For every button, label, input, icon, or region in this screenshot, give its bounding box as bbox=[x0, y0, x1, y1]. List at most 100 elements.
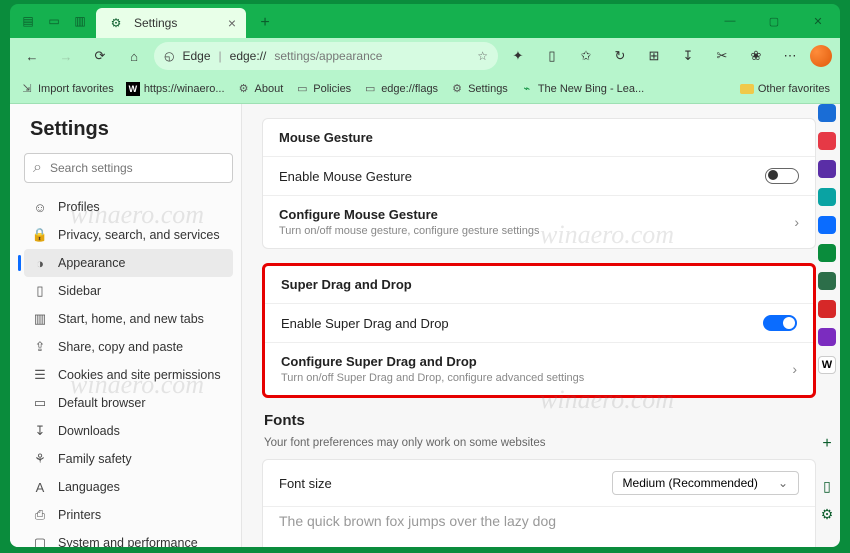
system-icon: ▢ bbox=[32, 535, 48, 547]
extensions-icon[interactable]: ✦ bbox=[504, 42, 532, 70]
sidebar-hide-icon[interactable]: ▯ bbox=[818, 477, 836, 495]
font-size-row: Font size Medium (Recommended) ⌄ bbox=[263, 460, 815, 507]
flags-icon: ▭ bbox=[363, 82, 377, 96]
printer-icon: ⎙ bbox=[32, 507, 48, 523]
favorite-item[interactable]: Whttps://winaero... bbox=[126, 82, 225, 96]
sidebar-app-icon[interactable] bbox=[818, 188, 836, 206]
enable-mouse-gesture-row: Enable Mouse Gesture bbox=[263, 157, 815, 196]
sidebar-app-icon[interactable]: W bbox=[818, 356, 836, 374]
site-identity-icon[interactable]: ◵ bbox=[164, 49, 174, 63]
sidebar-app-icon[interactable] bbox=[818, 328, 836, 346]
sidebar-app-icon[interactable] bbox=[818, 244, 836, 262]
close-tab-icon[interactable]: × bbox=[228, 15, 236, 31]
family-icon: ⚘ bbox=[32, 451, 48, 467]
profile-icon: ☺ bbox=[32, 199, 48, 215]
nav-default-browser[interactable]: ▭Default browser bbox=[24, 389, 233, 417]
minimize-button[interactable]: — bbox=[708, 4, 752, 38]
sidebar-app-icon[interactable] bbox=[818, 160, 836, 178]
nav-sidebar[interactable]: ▯Sidebar bbox=[24, 277, 233, 305]
import-icon: ⇲ bbox=[20, 82, 34, 96]
nav-downloads[interactable]: ↧Downloads bbox=[24, 417, 233, 445]
collections-icon[interactable]: ⊞ bbox=[640, 42, 668, 70]
customize-fonts-row[interactable]: Customize fonts › bbox=[263, 541, 815, 547]
fonts-card: Font size Medium (Recommended) ⌄ The qui… bbox=[262, 459, 816, 547]
search-icon: ⌕ bbox=[33, 159, 42, 177]
lock-icon: 🔒 bbox=[32, 227, 48, 243]
favorite-item[interactable]: ⌁The New Bing - Lea... bbox=[520, 82, 644, 96]
nav-start[interactable]: ▥Start, home, and new tabs bbox=[24, 305, 233, 333]
nav-profiles[interactable]: ☺Profiles bbox=[24, 193, 233, 221]
split-screen-icon[interactable]: ▯ bbox=[538, 42, 566, 70]
share-icon: ⇪ bbox=[32, 339, 48, 355]
search-settings[interactable]: ⌕ bbox=[24, 153, 233, 183]
download-icon: ↧ bbox=[32, 423, 48, 439]
favorite-item[interactable]: ▭edge://flags bbox=[363, 82, 438, 96]
nav-appearance[interactable]: ◑Appearance bbox=[24, 249, 233, 277]
close-window-button[interactable]: ✕ bbox=[796, 4, 840, 38]
mouse-gesture-card: Mouse Gesture Enable Mouse Gesture Confi… bbox=[262, 118, 816, 249]
favorite-star-icon[interactable]: ☆ bbox=[477, 49, 488, 63]
history-icon[interactable]: ↻ bbox=[606, 42, 634, 70]
mouse-gesture-header: Mouse Gesture bbox=[263, 119, 815, 157]
sidebar-app-icon[interactable] bbox=[818, 132, 836, 150]
site-icon: W bbox=[126, 82, 140, 96]
browser-icon: ▭ bbox=[32, 395, 48, 411]
back-button[interactable]: ← bbox=[18, 42, 46, 70]
configure-super-drag-row[interactable]: Configure Super Drag and Drop Turn on/of… bbox=[265, 343, 813, 395]
address-path: settings/appearance bbox=[274, 49, 382, 63]
profile-avatar[interactable] bbox=[810, 45, 832, 67]
nav-share[interactable]: ⇪Share, copy and paste bbox=[24, 333, 233, 361]
enable-mouse-gesture-toggle[interactable] bbox=[765, 168, 799, 184]
nav-languages[interactable]: ALanguages bbox=[24, 473, 233, 501]
language-icon: A bbox=[32, 479, 48, 495]
edge-sidebar: W + ▯ ⚙ bbox=[814, 100, 840, 523]
screenshot-icon[interactable]: ✂ bbox=[708, 42, 736, 70]
super-drag-header: Super Drag and Drop bbox=[265, 266, 813, 304]
fonts-header: Fonts bbox=[264, 412, 816, 429]
sidebar-app-icon[interactable] bbox=[818, 216, 836, 234]
enable-super-drag-row: Enable Super Drag and Drop bbox=[265, 304, 813, 343]
nav-family[interactable]: ⚘Family safety bbox=[24, 445, 233, 473]
nav-printers[interactable]: ⎙Printers bbox=[24, 501, 233, 529]
new-tab-button[interactable]: + bbox=[252, 10, 278, 36]
favorites-bar: ⇲Import favorites Whttps://winaero... ⚙A… bbox=[10, 74, 840, 104]
workspaces-icon[interactable]: ▭ bbox=[44, 11, 64, 31]
gear-icon: ⚙ bbox=[237, 82, 251, 96]
sidebar-add-button[interactable]: + bbox=[818, 435, 836, 453]
tab-actions-icon[interactable]: ▥ bbox=[70, 11, 90, 31]
nav-privacy[interactable]: 🔒Privacy, search, and services bbox=[24, 221, 233, 249]
configure-mouse-gesture-row[interactable]: Configure Mouse Gesture Turn on/off mous… bbox=[263, 196, 815, 248]
settings-main: Mouse Gesture Enable Mouse Gesture Confi… bbox=[242, 104, 840, 547]
chevron-right-icon: › bbox=[792, 361, 797, 377]
address-bar[interactable]: ◵ Edge | edge://settings/appearance ☆ bbox=[154, 42, 498, 70]
favorites-icon[interactable]: ✩ bbox=[572, 42, 600, 70]
favorite-item[interactable]: ▭Policies bbox=[295, 82, 351, 96]
other-favorites[interactable]: Other favorites bbox=[740, 83, 830, 95]
nav-cookies[interactable]: ☰Cookies and site permissions bbox=[24, 361, 233, 389]
sidebar-settings-icon[interactable]: ⚙ bbox=[818, 505, 836, 523]
browser-essentials-icon[interactable]: ❀ bbox=[742, 42, 770, 70]
browser-tab[interactable]: ⚙ Settings × bbox=[96, 8, 246, 38]
titlebar: ▤ ▭ ▥ ⚙ Settings × + — ▢ ✕ bbox=[10, 4, 840, 38]
favorite-item[interactable]: ⚙About bbox=[237, 82, 284, 96]
downloads-icon[interactable]: ↧ bbox=[674, 42, 702, 70]
font-size-dropdown[interactable]: Medium (Recommended) ⌄ bbox=[612, 471, 799, 495]
home-button[interactable]: ⌂ bbox=[120, 42, 148, 70]
sidebar-app-icon[interactable] bbox=[818, 272, 836, 290]
import-favorites[interactable]: ⇲Import favorites bbox=[20, 82, 114, 96]
favorite-item[interactable]: ⚙Settings bbox=[450, 82, 508, 96]
fonts-subtext: Your font preferences may only work on s… bbox=[264, 437, 816, 449]
chevron-down-icon: ⌄ bbox=[778, 476, 788, 490]
nav-system[interactable]: ▢System and performance bbox=[24, 529, 233, 547]
more-menu-icon[interactable]: ⋯ bbox=[776, 42, 804, 70]
sidebar-app-icon[interactable] bbox=[818, 300, 836, 318]
search-input[interactable] bbox=[50, 161, 224, 175]
maximize-button[interactable]: ▢ bbox=[752, 4, 796, 38]
chevron-right-icon: › bbox=[794, 214, 799, 230]
bing-icon: ⌁ bbox=[520, 82, 534, 96]
sidebar-app-icon[interactable] bbox=[818, 104, 836, 122]
app-menu-icon[interactable]: ▤ bbox=[18, 11, 38, 31]
enable-super-drag-toggle[interactable] bbox=[763, 315, 797, 331]
refresh-button[interactable]: ⟳ bbox=[86, 42, 114, 70]
toolbar: ← → ⟳ ⌂ ◵ Edge | edge://settings/appeara… bbox=[10, 38, 840, 74]
